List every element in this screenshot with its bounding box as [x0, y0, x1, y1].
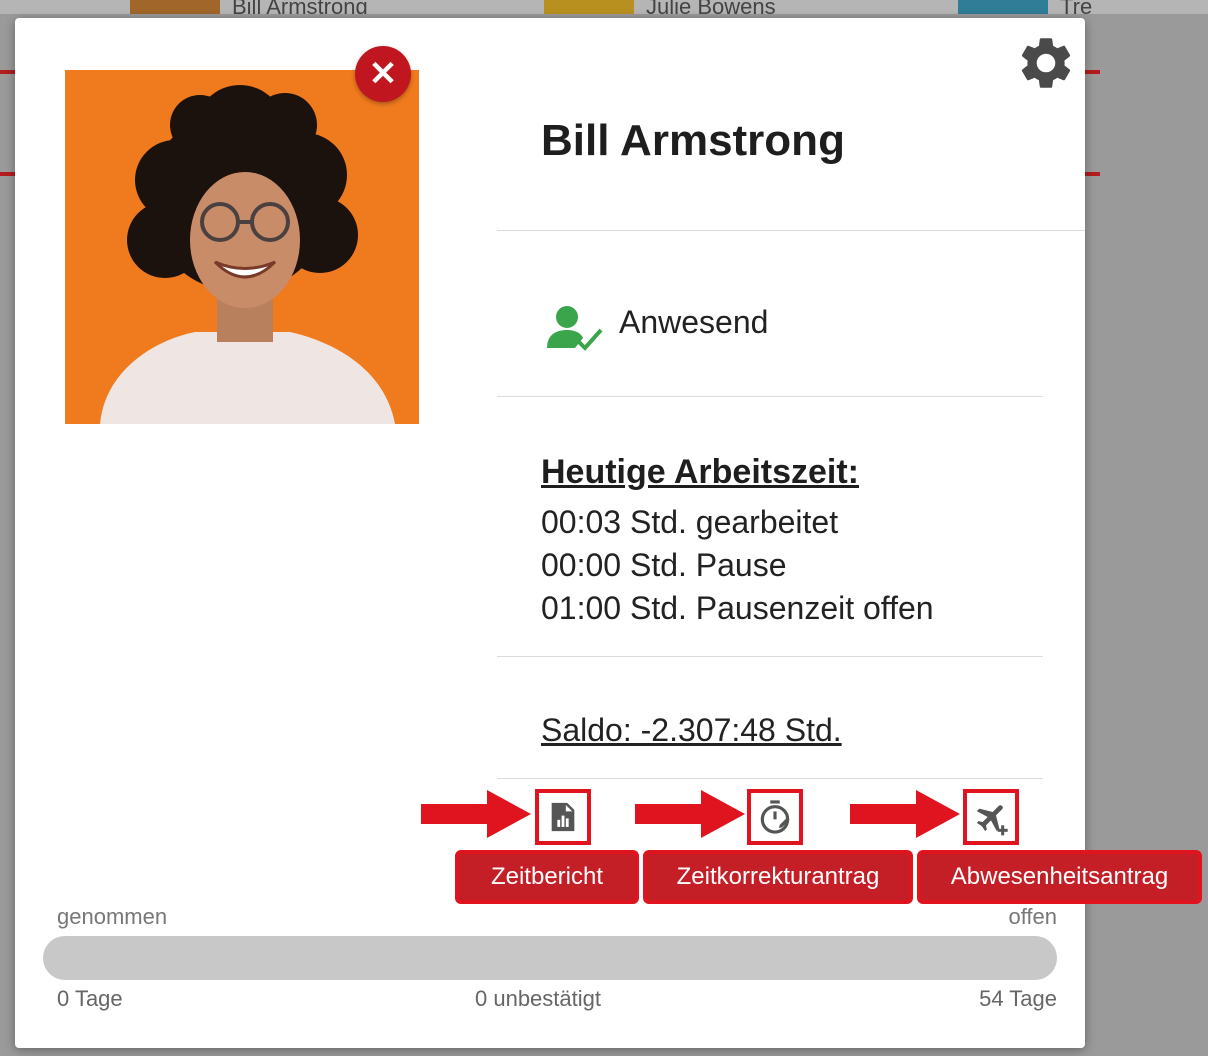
background-avatar [130, 0, 220, 14]
worktime-title: Heutige Arbeitszeit: [541, 453, 860, 491]
settings-gear-icon[interactable] [1015, 32, 1077, 94]
vacation-open-days: 54 Tage [979, 986, 1057, 1011]
employee-detail-modal: ✕ Bill Armstrong Anwesend Heutige Arbeit… [15, 18, 1202, 1048]
employee-photo [65, 70, 419, 424]
background-person-name: Bill Armstrong [232, 0, 368, 14]
background-accent [0, 70, 15, 74]
background-accent [1085, 172, 1100, 176]
saldo-link[interactable]: Saldo: -2.307:48 Std. [541, 712, 842, 749]
vacation-unconfirmed: 0 unbestätigt [475, 986, 601, 1011]
time-report-label[interactable]: Zeitbericht [455, 850, 639, 904]
worktime-pause-open: 01:00 Std. Pausenzeit offen [541, 590, 934, 626]
person-check-icon [547, 306, 603, 351]
worktime-worked: 00:03 Std. gearbeitet [541, 504, 839, 540]
arrow-annotation-icon [850, 790, 960, 838]
divider [497, 230, 1085, 231]
divider [497, 396, 1043, 397]
worktime-pause: 00:00 Std. Pause [541, 547, 787, 583]
time-report-button[interactable] [535, 789, 591, 845]
employee-name: Bill Armstrong [541, 116, 845, 165]
time-correction-label[interactable]: Zeitkorrekturantrag [643, 850, 913, 904]
time-correction-button[interactable] [747, 789, 803, 845]
background-person-name: Julie Bowens [646, 0, 776, 14]
background-person: Julie Bowens [544, 0, 844, 14]
vacation-taken-days: 0 Tage [57, 986, 123, 1011]
stopwatch-icon [760, 800, 790, 834]
background-accent [0, 172, 15, 176]
background-person: Tre [958, 0, 1118, 14]
close-icon: ✕ [368, 55, 398, 93]
background-avatar [544, 0, 634, 14]
close-button[interactable]: ✕ [355, 46, 411, 102]
vacation-open-label: offen [1008, 904, 1057, 929]
presence-status: Anwesend [619, 304, 769, 340]
background-person-name: Tre [1060, 0, 1093, 14]
vacation-taken-label: genommen [57, 904, 168, 929]
absence-request-label[interactable]: Abwesenheitsantrag [917, 850, 1202, 904]
arrow-annotation-icon [421, 790, 531, 838]
background-accent [1085, 70, 1100, 74]
background-avatar [958, 0, 1048, 14]
absence-request-button[interactable] [963, 789, 1019, 845]
background-person: Bill Armstrong [130, 0, 460, 14]
divider [497, 778, 1043, 779]
vacation-progress-bar [43, 936, 1057, 980]
flight-add-icon [976, 805, 1008, 836]
arrow-annotation-icon [635, 790, 745, 838]
report-icon [551, 802, 575, 832]
divider [497, 656, 1043, 657]
